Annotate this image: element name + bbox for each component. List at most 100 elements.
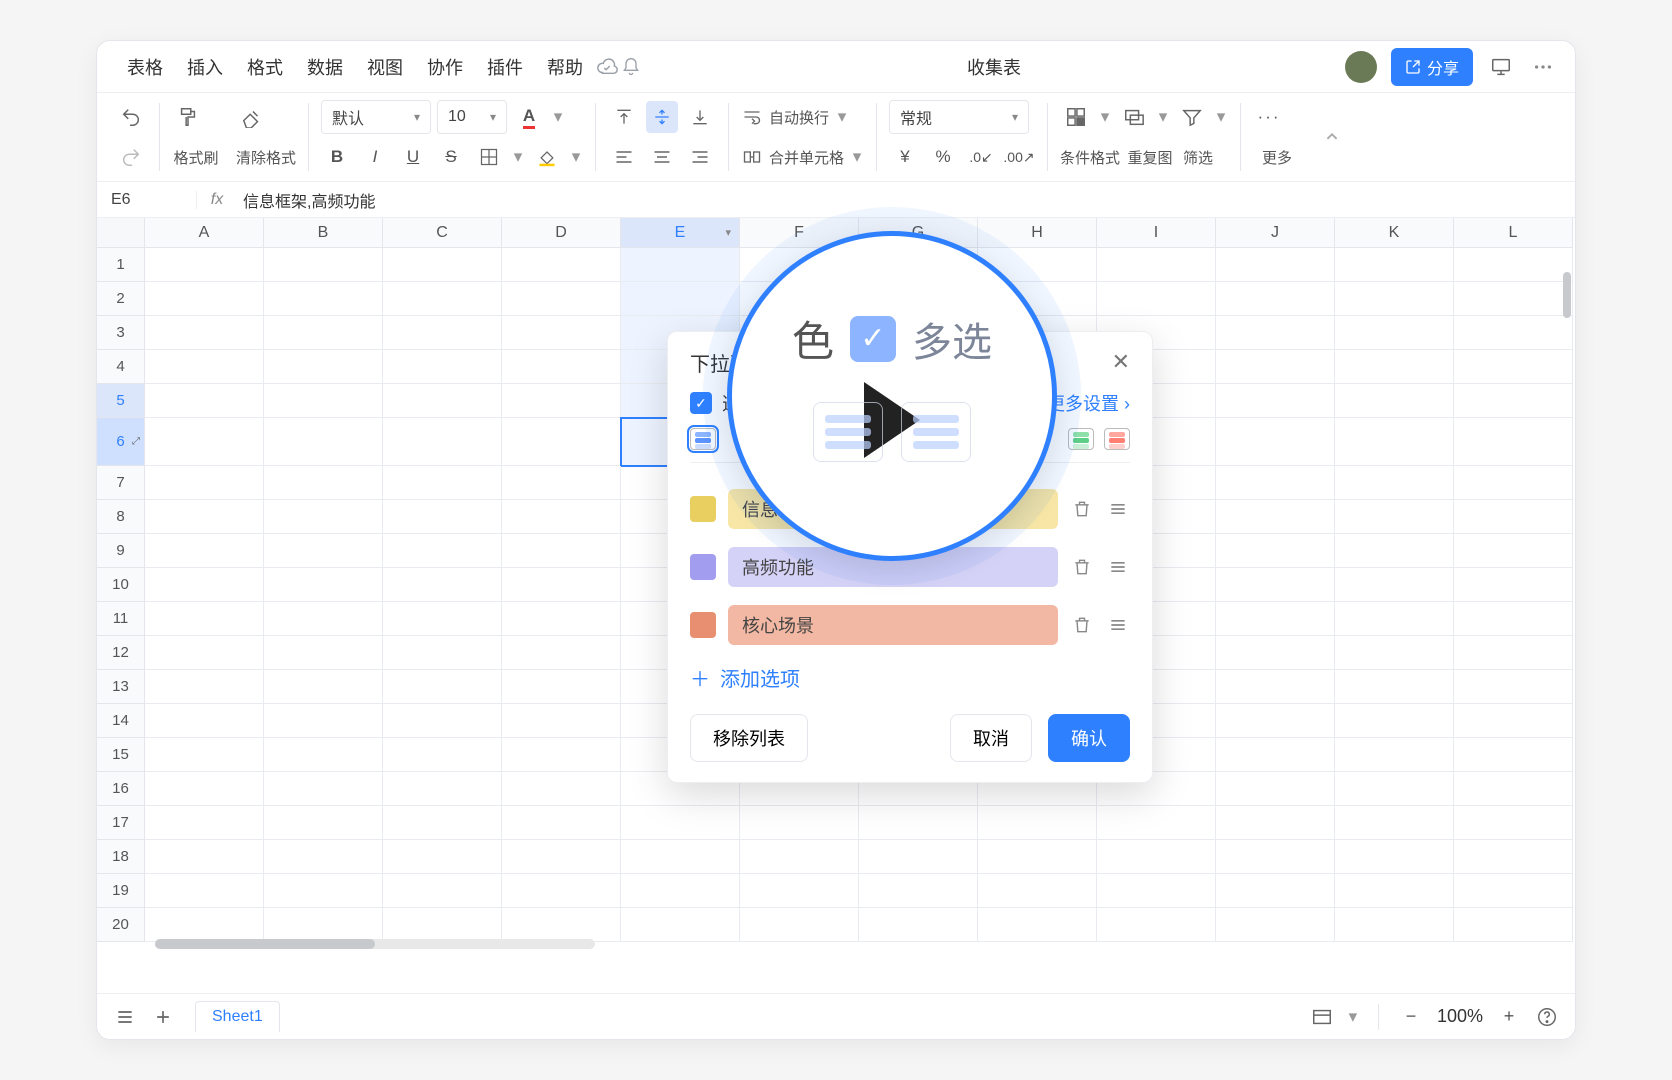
column-header[interactable]: L	[1454, 218, 1573, 248]
cell[interactable]	[383, 248, 502, 282]
cell[interactable]	[1454, 636, 1573, 670]
formula-input[interactable]: 信息框架,高频功能	[237, 188, 1575, 212]
cell[interactable]	[383, 738, 502, 772]
chevron-down-icon[interactable]: ▾	[835, 101, 849, 133]
cell[interactable]	[859, 874, 978, 908]
cell[interactable]	[502, 534, 621, 568]
cell[interactable]	[621, 248, 740, 282]
cell[interactable]	[264, 316, 383, 350]
cell[interactable]	[1454, 500, 1573, 534]
cell[interactable]	[740, 908, 859, 942]
strikethrough-icon[interactable]: S	[435, 141, 467, 173]
cell[interactable]	[1335, 738, 1454, 772]
cell[interactable]	[1454, 534, 1573, 568]
cell[interactable]	[264, 636, 383, 670]
cell[interactable]	[1097, 248, 1216, 282]
cell[interactable]	[1216, 568, 1335, 602]
wrap-text-icon[interactable]	[741, 101, 763, 133]
cell[interactable]	[1454, 418, 1573, 466]
expand-row-icon[interactable]: ⤢	[132, 436, 140, 447]
cell[interactable]	[1335, 418, 1454, 466]
cell[interactable]	[264, 840, 383, 874]
cell[interactable]	[1335, 874, 1454, 908]
cell[interactable]	[264, 248, 383, 282]
drag-handle-icon[interactable]	[1106, 497, 1130, 521]
font-color-icon[interactable]: A	[513, 101, 545, 133]
cell[interactable]	[978, 840, 1097, 874]
cell[interactable]	[383, 384, 502, 418]
cell[interactable]	[1335, 704, 1454, 738]
row-header[interactable]: 12	[97, 636, 145, 670]
cell[interactable]	[383, 418, 502, 466]
cell[interactable]	[502, 908, 621, 942]
row-header[interactable]: 3	[97, 316, 145, 350]
cell[interactable]	[145, 602, 264, 636]
cell[interactable]	[1454, 670, 1573, 704]
underline-icon[interactable]: U	[397, 141, 429, 173]
delete-icon[interactable]	[1070, 613, 1094, 637]
row-header[interactable]: 18	[97, 840, 145, 874]
cell[interactable]	[502, 350, 621, 384]
cell[interactable]	[1216, 602, 1335, 636]
increase-decimal-icon[interactable]: .00↗	[1003, 141, 1035, 173]
cell[interactable]	[1216, 384, 1335, 418]
column-header[interactable]: K	[1335, 218, 1454, 248]
format-painter-icon[interactable]	[172, 101, 204, 133]
valign-middle-icon[interactable]	[646, 101, 678, 133]
cell[interactable]	[502, 670, 621, 704]
redo-icon[interactable]	[115, 141, 147, 173]
row-header[interactable]: 14	[97, 704, 145, 738]
cell[interactable]	[383, 908, 502, 942]
color-preset-1[interactable]	[690, 428, 716, 450]
cell[interactable]	[264, 602, 383, 636]
present-icon[interactable]	[1487, 53, 1515, 81]
cell[interactable]	[1216, 874, 1335, 908]
menu-data[interactable]: 数据	[295, 46, 355, 88]
row-header[interactable]: 10	[97, 568, 145, 602]
row-header[interactable]: 16	[97, 772, 145, 806]
cell[interactable]	[621, 840, 740, 874]
share-button[interactable]: 分享	[1391, 48, 1473, 86]
cell[interactable]	[978, 908, 1097, 942]
cell[interactable]	[264, 466, 383, 500]
cell[interactable]	[1216, 282, 1335, 316]
cell[interactable]	[1454, 738, 1573, 772]
cell[interactable]	[145, 418, 264, 466]
repeat-image-icon[interactable]	[1118, 101, 1150, 133]
cell[interactable]	[621, 874, 740, 908]
cell[interactable]	[978, 806, 1097, 840]
cell[interactable]	[264, 384, 383, 418]
align-center-icon[interactable]	[646, 141, 678, 173]
cell[interactable]	[502, 418, 621, 466]
row-header[interactable]: 19	[97, 874, 145, 908]
more-settings-link[interactable]: 更多设置 ›	[1047, 390, 1130, 416]
chevron-down-icon[interactable]: ▾	[551, 101, 565, 133]
cell[interactable]	[621, 282, 740, 316]
chevron-down-icon[interactable]: ▾	[1098, 101, 1112, 133]
cloud-sync-icon[interactable]	[595, 55, 619, 79]
cell[interactable]	[1097, 840, 1216, 874]
row-header[interactable]: 20	[97, 908, 145, 942]
menu-view[interactable]: 视图	[355, 46, 415, 88]
chevron-down-icon[interactable]: ▾	[569, 141, 583, 173]
video-play-overlay[interactable]: 色 ✓ 多选	[727, 231, 1057, 561]
sheet-tab[interactable]: Sheet1	[195, 1001, 280, 1032]
percent-icon[interactable]: %	[927, 141, 959, 173]
cell[interactable]	[1216, 908, 1335, 942]
cell[interactable]	[502, 316, 621, 350]
cell[interactable]	[1454, 840, 1573, 874]
zoom-in-icon[interactable]: +	[1495, 1003, 1523, 1031]
name-box[interactable]: E6	[97, 191, 197, 209]
cell[interactable]	[383, 704, 502, 738]
row-header[interactable]: 9	[97, 534, 145, 568]
column-header[interactable]: H	[978, 218, 1097, 248]
confirm-button[interactable]: 确认	[1048, 714, 1130, 762]
color-swatch[interactable]	[690, 612, 716, 638]
clear-format-icon[interactable]	[236, 101, 268, 133]
cell[interactable]	[1454, 248, 1573, 282]
menu-table[interactable]: 表格	[115, 46, 175, 88]
cell[interactable]	[1216, 500, 1335, 534]
cell[interactable]	[383, 282, 502, 316]
cell[interactable]	[383, 350, 502, 384]
horizontal-scrollbar[interactable]	[155, 939, 595, 949]
